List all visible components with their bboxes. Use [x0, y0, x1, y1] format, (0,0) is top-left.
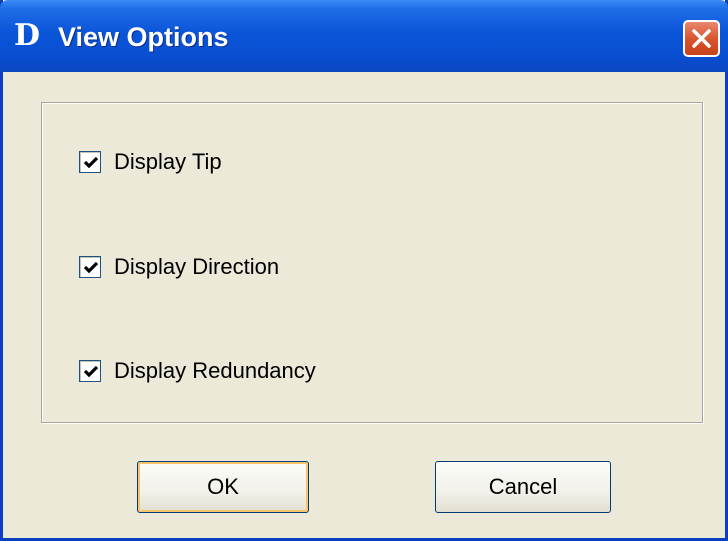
- checkmark-icon: [83, 261, 99, 274]
- view-options-dialog: D View Options Display Tip Display Direc…: [0, 0, 728, 541]
- checkmark-icon: [83, 365, 99, 378]
- display-direction-checkbox[interactable]: [79, 256, 101, 278]
- close-button[interactable]: [683, 20, 720, 57]
- display-direction-label: Display Direction: [114, 254, 280, 279]
- window-title: View Options: [58, 22, 229, 52]
- display-tip-checkbox[interactable]: [79, 151, 101, 173]
- title-bar[interactable]: D View Options: [0, 0, 728, 72]
- display-tip-label: Display Tip: [114, 149, 222, 174]
- ok-button[interactable]: OK: [137, 461, 309, 513]
- app-logo: D: [14, 18, 41, 53]
- checkmark-icon: [83, 156, 99, 169]
- display-redundancy-checkbox[interactable]: [79, 360, 101, 382]
- cancel-button[interactable]: Cancel: [435, 461, 611, 513]
- display-redundancy-label: Display Redundancy: [114, 358, 316, 383]
- close-icon: [692, 29, 711, 48]
